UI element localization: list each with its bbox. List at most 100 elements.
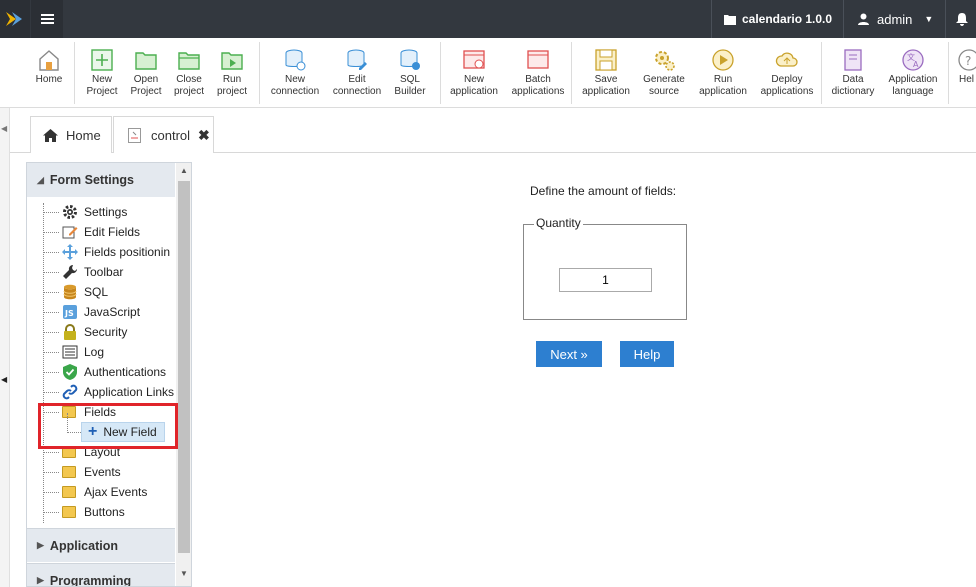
- user-icon: [858, 13, 869, 25]
- tab-label: Home: [66, 127, 101, 143]
- tree-item-security[interactable]: Security: [62, 322, 127, 342]
- menu-button[interactable]: [31, 0, 63, 38]
- toolbar-sql-builder-button[interactable]: SQL Builder: [388, 38, 432, 108]
- tree-item-label: Fields positionin: [84, 245, 171, 259]
- close-icon[interactable]: ✖: [198, 127, 210, 144]
- tree-item-label: Authentications: [84, 365, 167, 379]
- tree-item-settings[interactable]: Settings: [62, 202, 127, 222]
- scriptcase-logo[interactable]: [0, 0, 30, 38]
- chevron-left-icon: ◀: [1, 375, 8, 384]
- toolbar-save-application-button[interactable]: Save application: [578, 38, 634, 108]
- toolbar-label: application: [699, 86, 747, 97]
- scroll-thumb[interactable]: [178, 181, 190, 553]
- folder-icon: [724, 14, 736, 25]
- save-icon: [595, 49, 617, 71]
- toolbar-label: applications: [511, 86, 565, 97]
- toolbar-separator: [821, 42, 822, 104]
- next-button[interactable]: Next »: [536, 341, 602, 367]
- tree-item-application-links[interactable]: Application Links: [62, 382, 174, 402]
- tree-connector: [43, 352, 59, 353]
- user-menu[interactable]: admin ▼: [843, 0, 945, 38]
- toolbar-label: project: [216, 86, 247, 97]
- collapse-toolbar-toggle[interactable]: ◀: [0, 108, 10, 153]
- section-application[interactable]: ▶ Application: [27, 528, 175, 562]
- tree-item-label: JavaScript: [84, 305, 141, 319]
- toolbar-new-connection-button[interactable]: New connection: [268, 38, 322, 108]
- wrench-icon: [63, 264, 78, 279]
- toolbar-deploy-applications-button[interactable]: Deploy applications: [756, 38, 818, 108]
- tree-item-label: Edit Fields: [84, 225, 141, 239]
- tree-item-fields-positioning[interactable]: Fields positionin: [62, 242, 170, 262]
- toolbar-label: connection: [332, 86, 382, 97]
- scroll-down-icon[interactable]: ▼: [176, 566, 191, 582]
- tree-item-label: Buttons: [84, 505, 125, 519]
- toolbar-edit-connection-button[interactable]: Edit connection: [330, 38, 384, 108]
- language-icon: 文 A: [902, 49, 924, 71]
- tree-item-javascript[interactable]: JS JavaScript: [62, 302, 140, 322]
- toolbar-label: Run: [713, 74, 733, 85]
- folder-icon: [62, 504, 78, 520]
- caret-down-icon: ◢: [37, 174, 44, 185]
- toolbar-label: dictionary: [831, 86, 875, 97]
- tree-item-log[interactable]: Log: [62, 342, 104, 362]
- project-selector[interactable]: calendario 1.0.0: [711, 0, 843, 38]
- toolbar-label: connection: [270, 86, 320, 97]
- toolbar-label: New: [463, 74, 484, 85]
- tree-connector: [43, 472, 59, 473]
- toolbar-open-project-button[interactable]: Open Project: [126, 38, 166, 108]
- toolbar-application-language-button[interactable]: 文 A Application language: [883, 38, 943, 108]
- help-button[interactable]: Help: [620, 341, 674, 367]
- toolbar-label: New: [284, 74, 305, 85]
- toolbar-label: Application: [888, 74, 938, 85]
- edit-fields-icon: [62, 226, 78, 239]
- toolbar-label: Builder: [394, 86, 426, 97]
- toolbar-help-button[interactable]: ? Hel: [955, 38, 976, 108]
- tree-item-edit-fields[interactable]: Edit Fields: [62, 222, 140, 242]
- tree-connector: [43, 232, 59, 233]
- toolbar-new-application-button[interactable]: New application: [446, 38, 502, 108]
- toolbar-label: Data: [842, 74, 864, 85]
- left-collapse-strip[interactable]: ◀: [0, 153, 10, 587]
- tree-item-sql[interactable]: SQL: [62, 282, 108, 302]
- tree-connector: [43, 312, 59, 313]
- run-application-icon: [712, 49, 734, 71]
- close-folder-icon: [178, 52, 200, 70]
- section-form-settings[interactable]: ◢ Form Settings: [27, 163, 175, 197]
- tree-item-buttons[interactable]: Buttons: [62, 502, 125, 522]
- toolbar-new-project-button[interactable]: New Project: [82, 38, 122, 108]
- toolbar-run-project-button[interactable]: Run project: [212, 38, 252, 108]
- notifications-button[interactable]: [945, 0, 976, 38]
- scroll-up-icon[interactable]: ▲: [176, 163, 191, 179]
- gear-icon: [63, 205, 77, 219]
- toolbar-data-dictionary-button[interactable]: Data dictionary: [827, 38, 879, 108]
- toolbar-close-project-button[interactable]: Close project: [169, 38, 209, 108]
- toolbar-separator: [440, 42, 441, 104]
- toolbar-generate-source-button[interactable]: Generate source: [637, 38, 691, 108]
- toolbar-home-button[interactable]: Home: [30, 38, 68, 108]
- tree-item-authentications[interactable]: Authentications: [62, 362, 166, 382]
- tree-connector: [43, 392, 59, 393]
- new-project-icon: [91, 49, 113, 71]
- data-dictionary-icon: [844, 49, 862, 71]
- tree-item-label: Log: [84, 345, 105, 359]
- tree-item-toolbar[interactable]: Toolbar: [62, 262, 123, 282]
- highlight-annotation: [38, 403, 178, 449]
- section-programming[interactable]: ▶ Programming: [27, 563, 175, 586]
- caret-right-icon: ▶: [37, 540, 44, 550]
- toolbar-label: Project: [86, 86, 118, 97]
- tree-item-label: SQL: [84, 285, 109, 299]
- tree-item-events[interactable]: Events: [62, 462, 121, 482]
- home-icon: [39, 50, 59, 71]
- side-panel: ◢ Form Settings Settings Edit Fields Fie…: [26, 162, 192, 587]
- toolbar-label: Run: [222, 74, 242, 85]
- quantity-input[interactable]: [559, 268, 652, 292]
- edit-connection-icon: [347, 49, 367, 70]
- tab-control[interactable]: control ✖: [113, 116, 214, 153]
- tree-item-ajax-events[interactable]: Ajax Events: [62, 482, 147, 502]
- database-icon: [63, 284, 77, 300]
- tab-home[interactable]: Home: [30, 116, 112, 153]
- toolbar-batch-applications-button[interactable]: Batch applications: [507, 38, 569, 108]
- side-panel-scrollbar[interactable]: ▲ ▼: [176, 163, 191, 586]
- toolbar-run-application-button[interactable]: Run application: [695, 38, 751, 108]
- quantity-legend: Quantity: [534, 216, 583, 230]
